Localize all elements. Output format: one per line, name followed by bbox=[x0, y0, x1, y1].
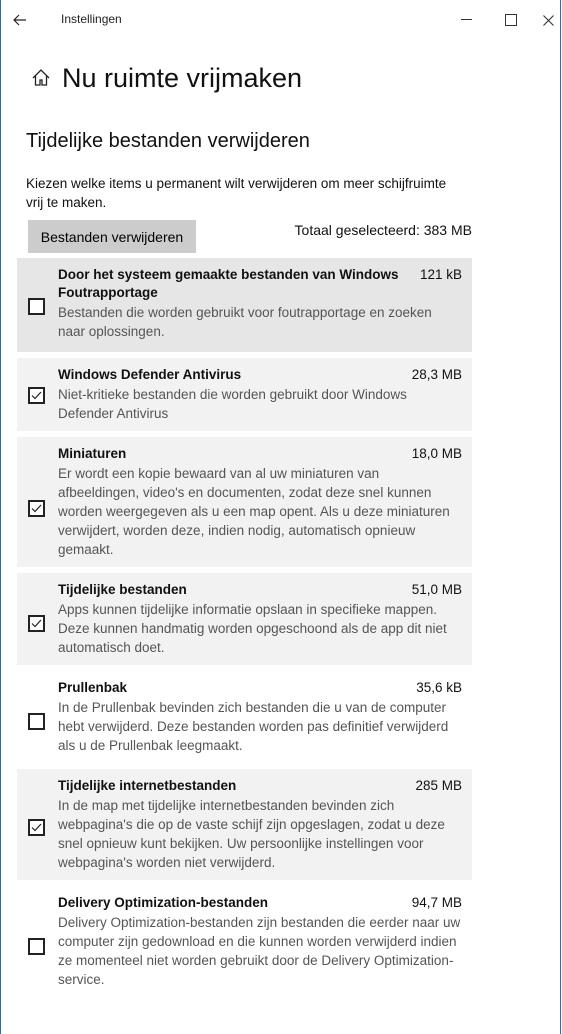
checkbox-temporary-files[interactable] bbox=[28, 615, 45, 632]
item-size: 285 MB bbox=[415, 778, 462, 793]
item-description: In de map met tijdelijke internetbestand… bbox=[58, 798, 445, 870]
list-item-thumbnails[interactable]: Miniaturen 18,0 MB Er wordt een kopie bew… bbox=[17, 437, 472, 567]
item-size: 94,7 MB bbox=[411, 895, 462, 910]
item-description: Delivery Optimization-bestanden zijn bes… bbox=[58, 915, 461, 987]
item-description: Bestanden die worden gebruikt voor foutr… bbox=[58, 305, 432, 339]
item-size: 121 kB bbox=[419, 267, 462, 282]
list-item-recycle-bin[interactable]: Prullenbak 35,6 kB In de Prullenbak bevin… bbox=[17, 671, 472, 763]
list-item-defender-antivirus[interactable]: Windows Defender Antivirus 28,3 MB Niet-k… bbox=[17, 358, 472, 431]
section-description: Kiezen welke items u permanent wilt verw… bbox=[26, 176, 447, 210]
item-description: Er wordt een kopie bewaard van al uw min… bbox=[58, 466, 450, 557]
item-name: Tijdelijke internetbestanden bbox=[58, 778, 237, 793]
maximize-icon[interactable] bbox=[499, 8, 523, 32]
list-item-windows-error-reporting[interactable]: Door het systeem gemaakte bestanden van … bbox=[17, 258, 472, 352]
list-item-temporary-internet-files[interactable]: Tijdelijke internetbestanden 285 MB In de… bbox=[17, 769, 472, 880]
remove-files-button[interactable]: Bestanden verwijderen bbox=[28, 220, 196, 253]
item-description: In de Prullenbak bevinden zich bestanden… bbox=[58, 700, 449, 753]
item-name: Prullenbak bbox=[58, 680, 128, 695]
page-title-text: Nu ruimte vrijmaken bbox=[62, 62, 303, 93]
checkmark-icon bbox=[31, 823, 42, 832]
item-name: Door het systeem gemaakte bestanden van … bbox=[58, 267, 399, 300]
checkbox-thumbnails[interactable] bbox=[28, 500, 45, 517]
checkbox-temporary-internet-files[interactable] bbox=[28, 819, 45, 836]
total-selected: Totaal geselecteerd: 383 MB bbox=[294, 222, 472, 238]
list-item-temporary-files[interactable]: Tijdelijke bestanden 51,0 MB Apps kunnen … bbox=[17, 573, 472, 665]
checkmark-icon bbox=[31, 619, 42, 628]
back-arrow-icon[interactable] bbox=[9, 9, 31, 31]
item-size: 35,6 kB bbox=[416, 680, 462, 695]
checkmark-icon bbox=[31, 504, 42, 513]
home-icon bbox=[32, 69, 50, 86]
section-title: Tijdelijke bestanden verwijderen bbox=[26, 130, 310, 152]
item-size: 51,0 MB bbox=[411, 582, 462, 597]
item-size: 18,0 MB bbox=[411, 446, 462, 461]
page-title: Nu ruimte vrijmaken bbox=[30, 58, 302, 98]
item-name: Tijdelijke bestanden bbox=[58, 582, 187, 597]
item-name: Delivery Optimization-bestanden bbox=[58, 895, 269, 910]
checkmark-icon bbox=[31, 391, 42, 400]
item-size: 28,3 MB bbox=[411, 367, 462, 382]
file-category-list: Door het systeem gemaakte bestanden van … bbox=[17, 258, 472, 1003]
title-bar: Instellingen bbox=[1, 0, 560, 40]
app-title: Instellingen bbox=[61, 12, 122, 26]
item-name: Windows Defender Antivirus bbox=[58, 367, 242, 382]
minimize-icon[interactable] bbox=[454, 8, 478, 32]
checkbox-defender-antivirus[interactable] bbox=[28, 387, 45, 404]
checkbox-recycle-bin[interactable] bbox=[28, 713, 45, 730]
settings-window: Instellingen Nu ruimte vrijmaken Tijdeli… bbox=[0, 0, 561, 1034]
close-icon[interactable] bbox=[536, 8, 560, 32]
item-description: Apps kunnen tijdelijke informatie opslaa… bbox=[58, 602, 447, 655]
item-name: Miniaturen bbox=[58, 446, 127, 461]
item-description: Niet-kritieke bestanden die worden gebru… bbox=[58, 387, 407, 421]
checkbox-windows-error-reporting[interactable] bbox=[28, 298, 45, 315]
list-item-delivery-optimization[interactable]: Delivery Optimization-bestanden 94,7 MB D… bbox=[17, 886, 472, 997]
checkbox-delivery-optimization[interactable] bbox=[28, 938, 45, 955]
